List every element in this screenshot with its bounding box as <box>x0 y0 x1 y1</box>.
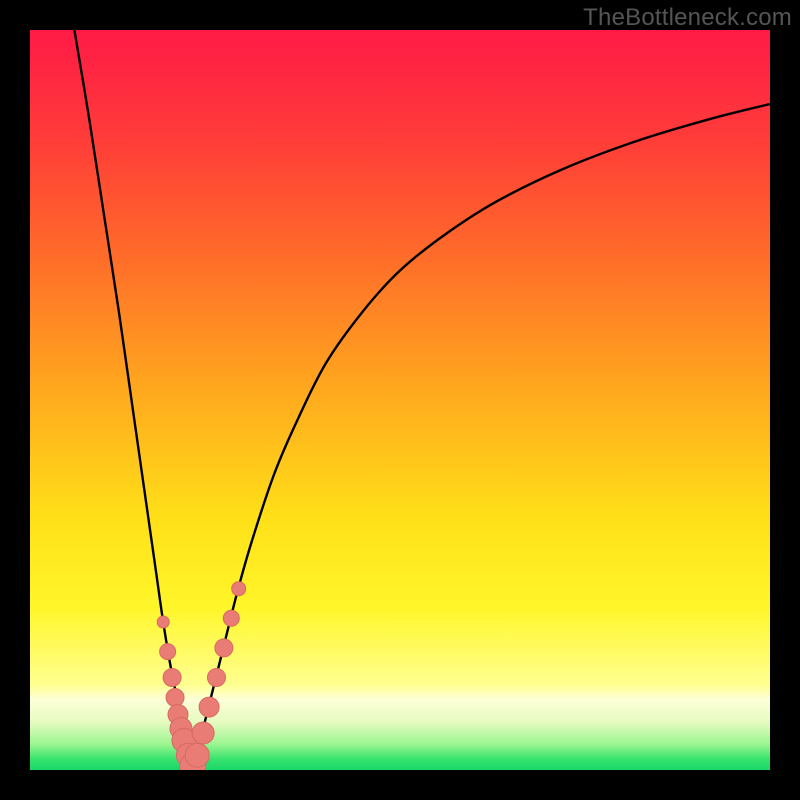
marker-point <box>185 743 209 767</box>
marker-point <box>199 697 219 717</box>
watermark-text: TheBottleneck.com <box>583 4 792 32</box>
plot-area <box>30 30 770 770</box>
chart-svg <box>30 30 770 770</box>
marker-point <box>166 688 184 706</box>
marker-point <box>192 722 214 744</box>
curve-right-branch <box>193 104 770 770</box>
marker-point <box>215 639 233 657</box>
marker-point <box>163 669 181 687</box>
marker-point <box>232 582 246 596</box>
marker-group <box>157 582 245 770</box>
marker-point <box>160 644 176 660</box>
curve-left-branch <box>74 30 192 770</box>
marker-point <box>157 616 169 628</box>
marker-point <box>207 669 225 687</box>
outer-frame: TheBottleneck.com <box>0 0 800 800</box>
marker-point <box>223 610 239 626</box>
